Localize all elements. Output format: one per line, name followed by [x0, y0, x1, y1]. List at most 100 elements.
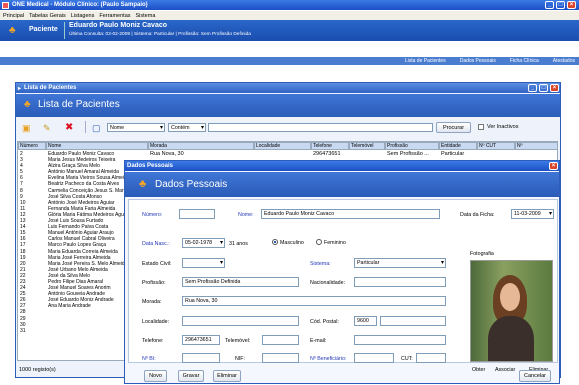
- col-ncut[interactable]: Nº CUT: [477, 142, 515, 150]
- numero-column: 2 3 4 5 6 7 8 9 10 11 12 13 14 15 16 17 18 19 20 21 22 23 24 25…: [20, 151, 45, 334]
- list-heading-band: ♣ Lista de Pacientes: [16, 94, 560, 117]
- list-heading-icon: ♣: [24, 99, 31, 110]
- dialog-heading-band: ♣ Dados Pessoais: [125, 172, 559, 197]
- col-localidade[interactable]: Localidade: [254, 142, 311, 150]
- col-telemovel[interactable]: Telemóvel: [349, 142, 385, 150]
- view-icon[interactable]: ▢: [92, 123, 101, 134]
- new-patient-icon[interactable]: ▣: [22, 123, 31, 134]
- cod-postal-locality-field[interactable]: [380, 316, 446, 326]
- estado-civil-select[interactable]: [182, 258, 225, 268]
- search-input[interactable]: [208, 123, 433, 132]
- delete-icon[interactable]: ✖: [65, 122, 73, 133]
- menu-ferramentas[interactable]: Ferramentas: [99, 13, 130, 19]
- field-select[interactable]: Nome: [107, 123, 165, 132]
- col-entidade[interactable]: Entidade: [439, 142, 477, 150]
- nome-label: Nome:: [238, 212, 254, 218]
- nav-bar: Lista de Pacientes Dados Pessoais Ficha …: [0, 57, 579, 65]
- list-close-icon[interactable]: ×: [550, 84, 559, 92]
- col-telefone[interactable]: Telefone: [311, 142, 349, 150]
- patients-icon: ♣: [9, 25, 16, 36]
- email-field[interactable]: [354, 335, 446, 345]
- nbeneficiario-label: Nº Beneficiário:: [310, 356, 347, 362]
- sistema-select[interactable]: Particular: [354, 258, 446, 268]
- menu-sistema[interactable]: Sistema: [136, 13, 156, 19]
- gravar-button[interactable]: Gravar: [178, 370, 204, 382]
- nacionalidade-field[interactable]: [354, 277, 446, 287]
- email-label: E-mail:: [310, 338, 327, 344]
- list-minimize-icon[interactable]: _: [528, 84, 537, 92]
- search-button[interactable]: Procurar: [436, 122, 471, 133]
- numero-field[interactable]: [179, 209, 215, 219]
- masculino-radio[interactable]: [272, 239, 278, 245]
- list-maximize-icon[interactable]: □: [539, 84, 548, 92]
- list-window-title-bar: ▸ Lista de Pacientes _ □ ×: [16, 83, 560, 93]
- nasc-field[interactable]: 05-02-1978: [182, 238, 225, 248]
- patient-name: Eduardo Paulo Moniz Cavaco: [69, 22, 168, 29]
- nome-field[interactable]: Eduardo Paulo Moniz Cavaco: [261, 209, 440, 219]
- nav-atestados[interactable]: Atestados: [553, 58, 575, 64]
- dialog-close-icon[interactable]: ×: [549, 162, 558, 170]
- header-divider: [64, 22, 65, 39]
- photo-body: [488, 316, 534, 361]
- inactive-checkbox[interactable]: [478, 124, 484, 130]
- telemovel-field[interactable]: [262, 335, 299, 345]
- morada-field[interactable]: Rua Nova, 30: [182, 296, 446, 306]
- masculino-label: Masculino: [280, 240, 304, 246]
- telefone-field[interactable]: 296473651: [182, 335, 220, 345]
- morada-label: Morada:: [142, 299, 162, 305]
- cancelar-button[interactable]: Cancelar: [519, 370, 551, 382]
- nav-lista-pacientes[interactable]: Lista de Pacientes: [405, 58, 446, 64]
- localidade-label: Localidade:: [142, 319, 170, 325]
- obter-button[interactable]: Obter: [472, 367, 485, 373]
- col-numero[interactable]: Número: [18, 142, 46, 150]
- eliminar-button[interactable]: Eliminar: [213, 370, 241, 382]
- nav-ficha-clinica[interactable]: Ficha Clínica: [510, 58, 539, 64]
- menu-tabelas-gerais[interactable]: Tabelas Gerais: [29, 13, 66, 19]
- cod-postal-field[interactable]: 9600: [354, 316, 377, 326]
- app-title-bar: ONE Medical - Módulo Clínico: (Paulo Sam…: [0, 0, 579, 10]
- patient-tab-label[interactable]: Paciente: [29, 26, 58, 33]
- menu-bar: Principal Tabelas Gerais Listagens Ferra…: [0, 11, 579, 20]
- patient-photo: [470, 260, 553, 362]
- menu-principal[interactable]: Principal: [3, 13, 24, 19]
- nacionalidade-label: Nacionalidade:: [310, 280, 346, 286]
- nbi-label: Nº BI:: [142, 356, 156, 362]
- col-nome[interactable]: Nome: [46, 142, 148, 150]
- col-n[interactable]: Nº: [515, 142, 557, 150]
- records-count: 1000 registo(s): [19, 367, 56, 373]
- associar-button[interactable]: Associar: [495, 367, 515, 373]
- localidade-field[interactable]: [182, 316, 299, 326]
- numero-label: Número:: [142, 212, 163, 218]
- dialog-title: Dados Pessoais: [127, 163, 174, 169]
- app-icon: [2, 1, 9, 9]
- nbeneficiario-field[interactable]: [354, 353, 394, 363]
- cut-field[interactable]: [416, 353, 446, 363]
- nif-field[interactable]: [262, 353, 299, 363]
- profissao-field[interactable]: Sem Profissão Definida: [182, 277, 299, 287]
- nbi-field[interactable]: [182, 353, 220, 363]
- col-morada[interactable]: Morada: [148, 142, 254, 150]
- minimize-icon[interactable]: _: [545, 1, 554, 9]
- app-title: ONE Medical - Módulo Clínico: (Paulo Sam…: [12, 2, 148, 8]
- cell-morada: Rua Nova, 30: [150, 151, 184, 157]
- novo-button[interactable]: Novo: [144, 370, 167, 382]
- fotografia-label: Fotografia: [470, 251, 494, 257]
- close-icon[interactable]: ×: [567, 1, 576, 9]
- data-ficha-field[interactable]: 11-03-2009: [511, 209, 554, 219]
- personal-data-dialog: Dados Pessoais × ♣ Dados Pessoais Número…: [124, 160, 560, 384]
- menu-listagens[interactable]: Listagens: [71, 13, 95, 19]
- edit-icon[interactable]: ✎: [43, 123, 51, 134]
- nav-dados-pessoais[interactable]: Dados Pessoais: [460, 58, 496, 64]
- arrow-icon: ▸: [18, 85, 22, 92]
- idade-text: 31 anos: [229, 241, 248, 247]
- cell-telefone: 296473651: [313, 151, 341, 157]
- list-heading: Lista de Pacientes: [38, 99, 120, 110]
- maximize-icon[interactable]: □: [556, 1, 565, 9]
- patient-header: ♣ Paciente Eduardo Paulo Moniz Cavaco Úl…: [0, 20, 579, 41]
- operator-select[interactable]: Contém: [168, 123, 206, 132]
- sistema-label: Sistema:: [310, 261, 331, 267]
- dialog-title-bar: Dados Pessoais ×: [125, 161, 559, 171]
- toolbar-divider: [85, 121, 86, 133]
- col-profissao[interactable]: Profissão: [385, 142, 439, 150]
- feminino-radio[interactable]: [316, 239, 322, 245]
